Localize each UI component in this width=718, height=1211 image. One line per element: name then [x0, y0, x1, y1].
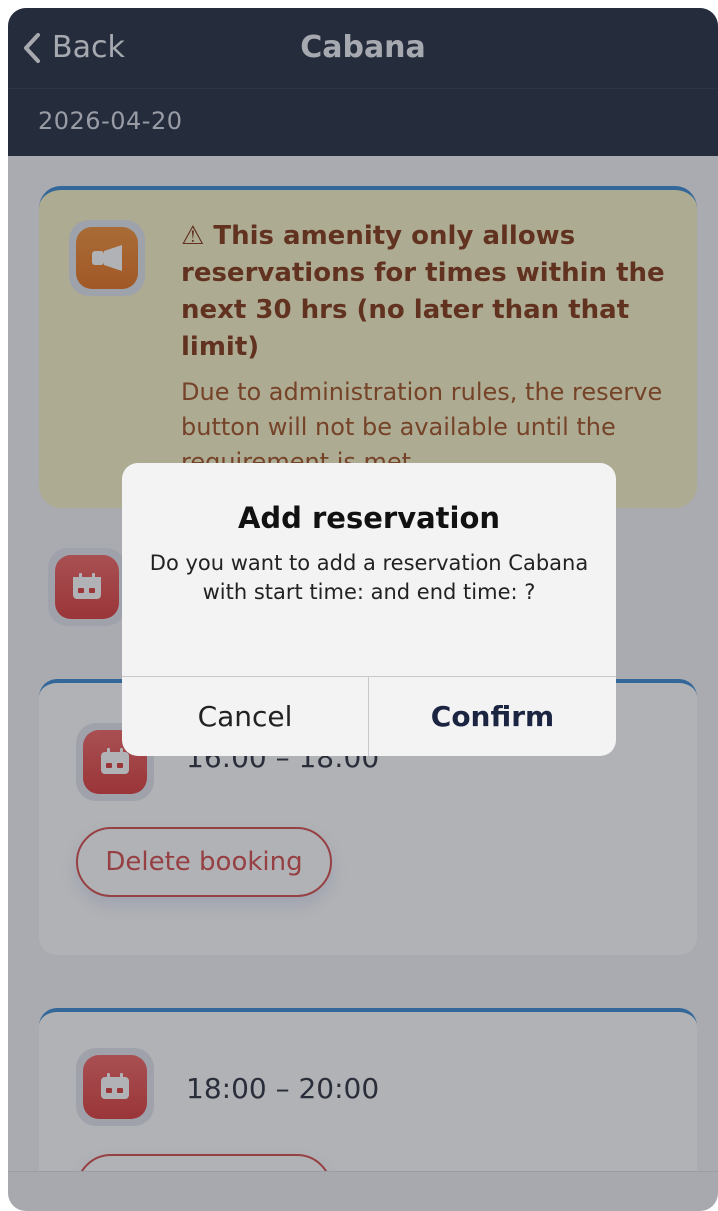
- cancel-button[interactable]: Cancel: [122, 677, 368, 756]
- confirm-button[interactable]: Confirm: [369, 677, 616, 756]
- dialog-title: Add reservation: [237, 501, 501, 535]
- add-reservation-dialog: Add reservation Do you want to add a res…: [122, 463, 616, 756]
- dialog-message: Do you want to add a reservation Cabana …: [149, 551, 589, 604]
